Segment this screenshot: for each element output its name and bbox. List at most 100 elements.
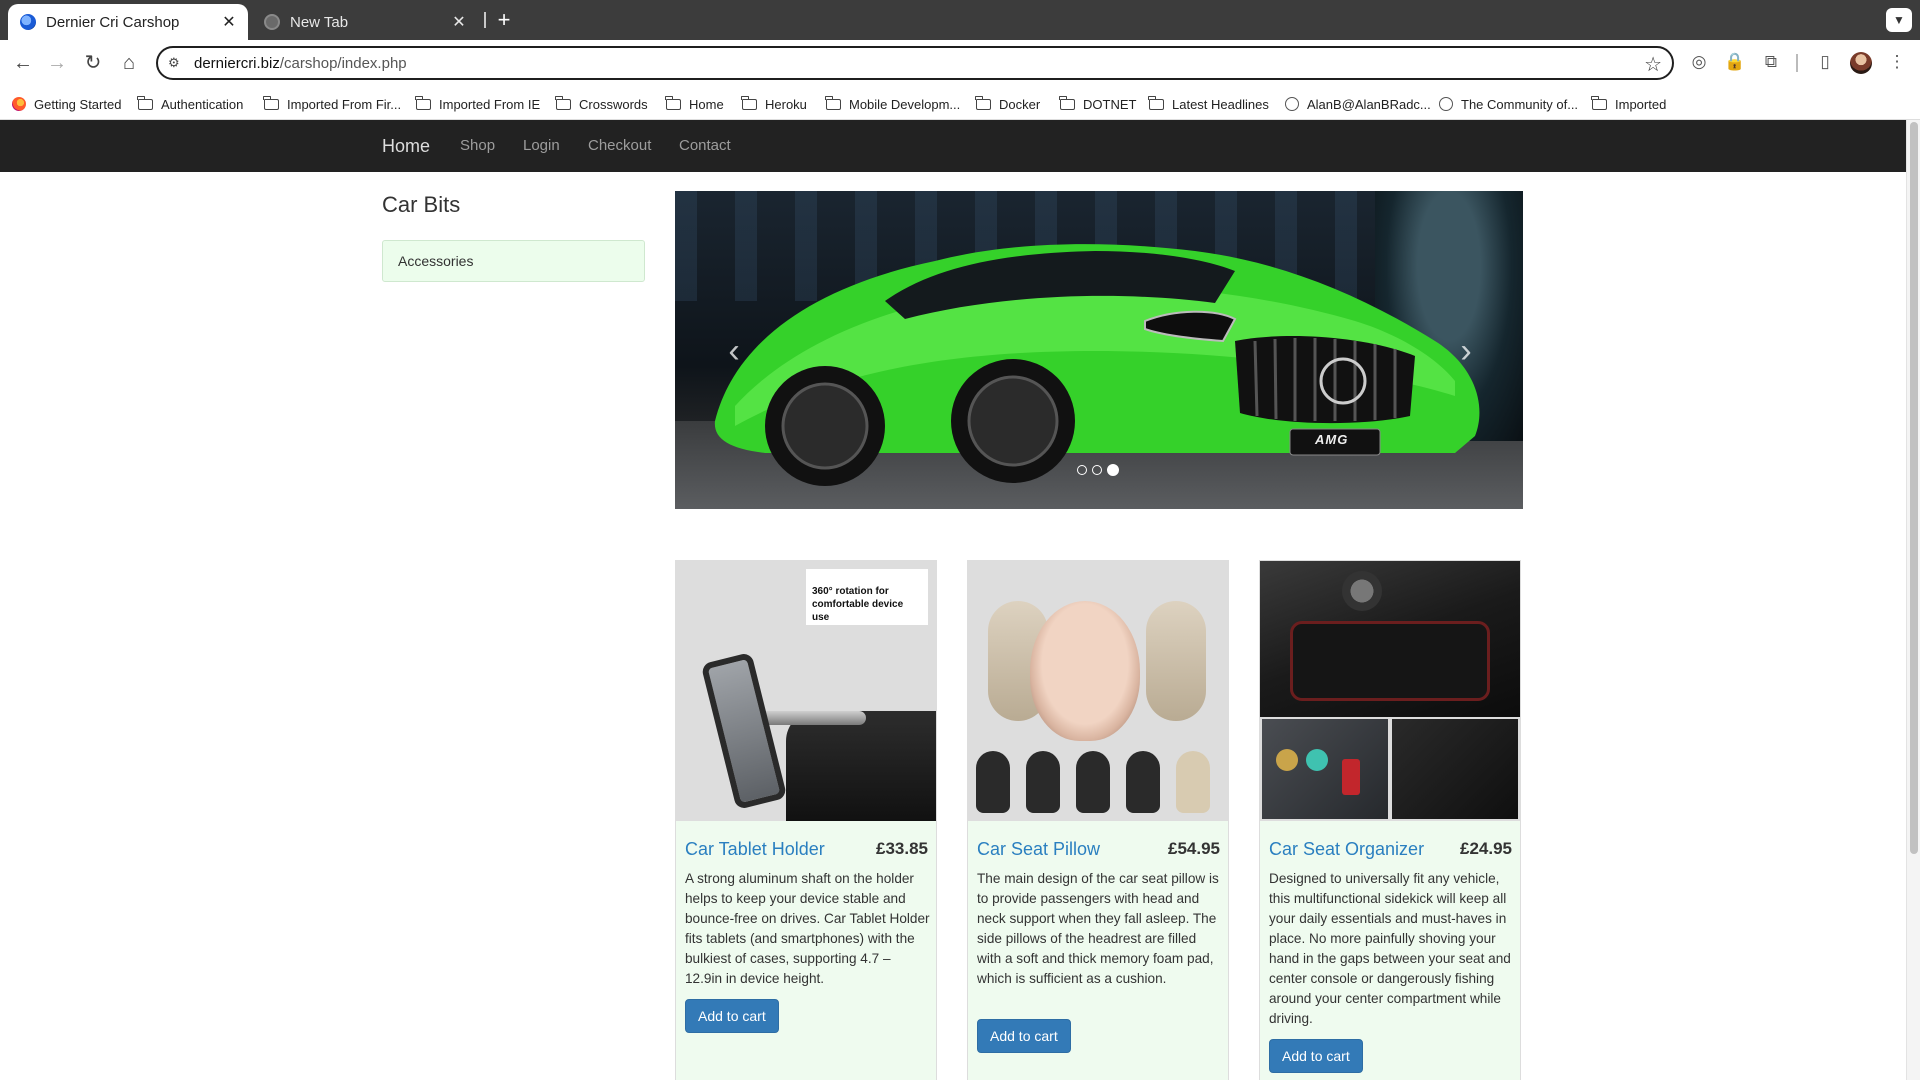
bookmark-item[interactable]: Mobile Developm... xyxy=(825,94,961,114)
product-card-tablet-holder: 360° rotation for comfortable device use… xyxy=(675,560,937,1080)
bookmark-item[interactable]: AlanB@AlanBRadc... xyxy=(1285,94,1431,114)
pillow-variant-black xyxy=(1126,751,1160,813)
bookmark-item[interactable]: Authentication xyxy=(137,94,243,114)
back-arrow-icon[interactable]: ← xyxy=(10,50,36,76)
bookmark-item[interactable]: Home xyxy=(665,94,724,114)
add-to-cart-button[interactable]: Add to cart xyxy=(1269,1039,1363,1073)
close-icon[interactable]: ✕ xyxy=(220,12,238,32)
amg-badge: AMG xyxy=(1315,432,1349,447)
new-tab-plus-icon[interactable]: + xyxy=(492,6,516,34)
bookmark-label: Home xyxy=(689,96,724,112)
tab-title: New Tab xyxy=(290,13,349,31)
tab-dernier-cri[interactable]: Dernier Cri Carshop ✕ xyxy=(8,4,248,40)
bookmark-label: AlanB@AlanBRadc... xyxy=(1307,96,1431,112)
bookmark-item[interactable]: Imported From IE xyxy=(415,94,541,114)
product-description: The main design of the car seat pillow i… xyxy=(977,871,1219,986)
bookmark-item[interactable]: Latest Headlines xyxy=(1148,94,1269,114)
green-sports-car-image xyxy=(714,244,1480,486)
bookmark-item[interactable]: Docker xyxy=(975,94,1041,114)
organizer-side-photo xyxy=(1392,719,1518,819)
product-price: £54.95 xyxy=(1168,839,1220,858)
bookmark-label: Mobile Developm... xyxy=(849,96,961,112)
close-icon[interactable]: ✕ xyxy=(450,12,468,32)
home-icon[interactable]: ⌂ xyxy=(116,50,142,76)
category-accessories[interactable]: Accessories xyxy=(382,240,645,282)
product-image-seat-organizer[interactable] xyxy=(1260,561,1520,821)
bookmark-label: Imported From IE xyxy=(439,96,541,112)
folder-icon xyxy=(1148,95,1164,110)
cup-shape xyxy=(1276,749,1298,771)
product-image-seat-pillow[interactable] xyxy=(968,561,1228,821)
nav-login[interactable]: Login xyxy=(523,120,560,172)
puzzle-extensions-icon[interactable]: ⧉ xyxy=(1760,51,1782,73)
tab-strip: Dernier Cri Carshop ✕ New Tab ✕ + ▼ xyxy=(0,0,1920,40)
bookmark-item[interactable]: Imported From Fir... xyxy=(263,94,401,114)
product-name-link[interactable]: Car Seat Pillow xyxy=(977,839,1100,860)
bookmark-item[interactable]: Crosswords xyxy=(555,94,648,114)
pillow-variant-black xyxy=(1076,751,1110,813)
nav-home-brand[interactable]: Home xyxy=(382,120,430,172)
product-card-seat-pillow: Car Seat Pillow £54.95 The main design o… xyxy=(967,560,1229,1080)
nav-shop[interactable]: Shop xyxy=(460,120,495,172)
bookmark-star-icon[interactable]: ☆ xyxy=(1644,52,1662,77)
carousel-indicator-2[interactable] xyxy=(1092,465,1102,475)
hero-carousel: AMG ‹ › xyxy=(675,191,1523,509)
organizer-cupholder-photo xyxy=(1262,719,1388,819)
product-image-tablet-holder[interactable]: 360° rotation for comfortable device use xyxy=(676,561,936,821)
site-favicon-icon xyxy=(20,14,36,30)
carousel-prev-chevron-icon[interactable]: ‹ xyxy=(719,331,749,371)
bookmark-item[interactable]: Getting Started xyxy=(12,94,121,114)
add-to-cart-button[interactable]: Add to cart xyxy=(977,1019,1071,1053)
bookmark-label: Imported xyxy=(1615,96,1667,112)
more-menu-icon[interactable]: ⋮ xyxy=(1886,51,1908,73)
carousel-indicator-1[interactable] xyxy=(1077,465,1087,475)
sidebar-title: Car Bits xyxy=(382,192,461,217)
extension-circle-icon[interactable]: ◎ xyxy=(1688,51,1710,73)
profile-avatar[interactable] xyxy=(1850,52,1872,74)
bookmark-item[interactable]: The Community of... xyxy=(1439,94,1578,114)
toolbar-separator xyxy=(1796,54,1798,72)
folder-icon xyxy=(555,95,571,110)
site-info-icon[interactable]: ⚙ xyxy=(168,55,186,71)
bookmark-label: Heroku xyxy=(765,96,807,112)
bottle-shape xyxy=(1342,759,1360,795)
sleeping-face-shape xyxy=(1030,601,1140,741)
product-price: £33.85 xyxy=(876,839,928,858)
reload-icon[interactable]: ↻ xyxy=(80,50,106,76)
address-bar[interactable]: ⚙ derniercri.biz/carshop/index.php ☆ xyxy=(156,46,1674,80)
folder-icon xyxy=(665,95,681,110)
folder-icon xyxy=(975,95,991,110)
bookmark-label: DOTNET xyxy=(1083,96,1137,112)
folder-icon xyxy=(137,95,153,110)
lock-extension-icon[interactable]: 🔒 xyxy=(1724,51,1746,73)
nav-contact[interactable]: Contact xyxy=(679,120,731,172)
rotation-caption: 360° rotation for comfortable device use xyxy=(806,569,928,625)
globe-icon xyxy=(1285,97,1299,111)
carousel-indicators xyxy=(1077,464,1119,476)
add-to-cart-button[interactable]: Add to cart xyxy=(685,999,779,1033)
carousel-next-chevron-icon[interactable]: › xyxy=(1451,331,1481,371)
organizer-top-photo xyxy=(1260,561,1520,717)
page-scrollbar[interactable] xyxy=(1906,120,1920,1080)
url-text[interactable]: derniercri.biz/carshop/index.php xyxy=(194,55,407,72)
product-name-link[interactable]: Car Tablet Holder xyxy=(685,839,825,860)
tab-search-chevron-icon[interactable]: ▼ xyxy=(1886,8,1912,32)
product-name-link[interactable]: Car Seat Organizer xyxy=(1269,839,1424,860)
pillow-variant-beige xyxy=(1176,751,1210,813)
tab-new-tab[interactable]: New Tab ✕ xyxy=(254,4,478,40)
bookmark-label: Latest Headlines xyxy=(1172,96,1269,112)
bookmark-item[interactable]: Heroku xyxy=(741,94,807,114)
nav-checkout[interactable]: Checkout xyxy=(588,120,651,172)
tab-title: Dernier Cri Carshop xyxy=(46,13,180,31)
forward-arrow-icon[interactable]: → xyxy=(44,50,70,76)
pillow-right-wing xyxy=(1146,601,1206,721)
bookmark-item[interactable]: DOTNET xyxy=(1059,94,1137,114)
bookmark-item[interactable]: Imported xyxy=(1591,94,1667,114)
bookmark-label: Docker xyxy=(999,96,1041,112)
cup-shape xyxy=(1306,749,1328,771)
side-panel-icon[interactable]: ▯ xyxy=(1814,51,1836,73)
carousel-indicator-3[interactable] xyxy=(1107,464,1119,476)
scrollbar-thumb[interactable] xyxy=(1910,122,1918,854)
organizer-tray-shape xyxy=(1290,621,1490,701)
globe-icon xyxy=(1439,97,1453,111)
